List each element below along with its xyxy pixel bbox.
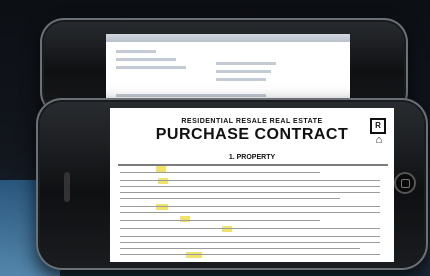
form-line xyxy=(120,248,360,249)
app-row xyxy=(216,70,271,73)
form-line xyxy=(120,206,380,207)
form-line xyxy=(120,236,380,237)
form-line xyxy=(120,198,340,199)
highlight-field[interactable] xyxy=(222,226,232,232)
document-header: RESIDENTIAL RESALE REAL ESTATE xyxy=(181,118,323,125)
form-line xyxy=(120,186,380,187)
form-line xyxy=(120,180,380,181)
highlight-field[interactable] xyxy=(158,178,168,184)
app-row xyxy=(216,62,276,65)
highlight-field[interactable] xyxy=(180,216,190,222)
highlight-field[interactable] xyxy=(186,252,202,258)
app-row xyxy=(116,50,156,53)
phone-front: RESIDENTIAL RESALE REAL ESTATE PURCHASE … xyxy=(36,98,428,270)
equal-housing-icon: ⌂ xyxy=(375,134,383,146)
phone-front-screen: RESIDENTIAL RESALE REAL ESTATE PURCHASE … xyxy=(110,108,394,262)
form-line xyxy=(120,242,380,243)
app-row xyxy=(116,66,186,69)
form-line xyxy=(120,220,320,221)
document-title: PURCHASE CONTRACT xyxy=(155,126,349,143)
app-toolbar xyxy=(106,34,350,42)
form-line xyxy=(120,254,380,255)
app-row xyxy=(116,58,176,61)
form-line xyxy=(120,228,380,229)
highlight-field[interactable] xyxy=(156,204,168,210)
home-button-icon[interactable] xyxy=(394,172,416,194)
form-line xyxy=(120,212,380,213)
form-line xyxy=(120,192,380,193)
speaker xyxy=(64,172,70,202)
app-row xyxy=(216,78,266,81)
app-row xyxy=(116,94,266,97)
realtor-r-icon: R xyxy=(370,118,386,134)
form-line xyxy=(120,172,320,173)
section-title: 1. PROPERTY xyxy=(228,154,276,161)
